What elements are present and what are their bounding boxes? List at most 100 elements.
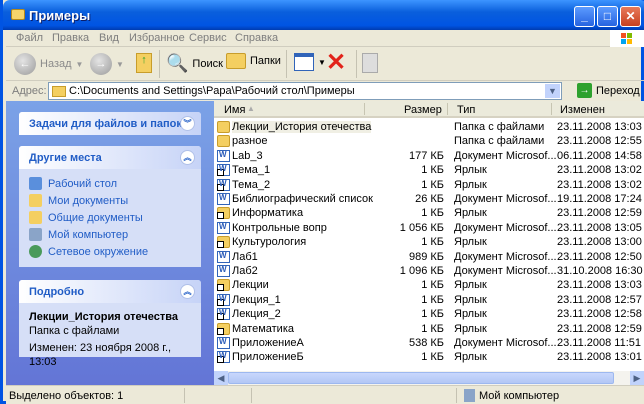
file-size: 1 КБ [421, 308, 444, 321]
file-row[interactable]: Лаб1 989 КБ Документ Microsof... 23.11.2… [214, 250, 644, 264]
minimize-button[interactable]: _ [574, 6, 595, 27]
chevron-up-icon[interactable]: ︽ [180, 284, 195, 299]
column-name[interactable]: Имя [224, 104, 245, 116]
horizontal-scrollbar[interactable]: ◀ ▶ [214, 371, 644, 385]
go-button[interactable]: → Переход [577, 83, 640, 98]
file-row[interactable]: ПриложениеБ 1 КБ Ярлык 23.11.2008 13:01 [214, 350, 644, 364]
place-my-documents[interactable]: Мои документы [19, 192, 201, 209]
maximize-button[interactable]: □ [597, 6, 618, 27]
file-size: 26 КБ [415, 193, 444, 205]
file-row[interactable]: Математика 1 КБ Ярлык 23.11.2008 12:59 [214, 322, 644, 336]
file-list: Имя ▲ Размер Тип Изменен Лекции_История … [214, 101, 644, 385]
status-location: Мой компьютер [479, 390, 560, 402]
document-icon [217, 193, 230, 205]
file-row[interactable]: Библиографический список 26 КБ Документ … [214, 192, 644, 206]
file-name: разное [232, 135, 268, 148]
place-my-computer[interactable]: Мой компьютер [19, 226, 201, 243]
scroll-right-button[interactable]: ▶ [630, 371, 644, 385]
panel-header[interactable]: Задачи для файлов и папок ︾ [19, 112, 201, 135]
file-type: Ярлык [454, 308, 487, 321]
go-label: Переход [596, 84, 640, 97]
file-name: Лекции [232, 279, 269, 292]
file-name: Культурология [232, 236, 307, 249]
file-row[interactable]: Информатика 1 КБ Ярлык 23.11.2008 12:59 [214, 206, 644, 220]
file-row[interactable]: Лекции_История отечества Папка с файлами… [214, 120, 644, 134]
chevron-down-icon[interactable]: ︾ [180, 116, 195, 131]
column-size[interactable]: Размер [404, 104, 442, 116]
my-documents-icon [29, 194, 42, 207]
folder-icon [29, 211, 42, 224]
file-row[interactable]: Культурология 1 КБ Ярлык 23.11.2008 13:0… [214, 235, 644, 249]
folder-icon [217, 135, 230, 148]
place-network[interactable]: Сетевое окружение [19, 243, 201, 260]
folder-shortcut-icon [217, 279, 230, 292]
file-name: Библиографический список [232, 193, 373, 205]
menu-view[interactable]: Вид [99, 32, 119, 44]
file-row[interactable]: разное Папка с файлами 23.11.2008 12:55 [214, 134, 644, 148]
file-modified: 23.11.2008 12:57 [557, 293, 642, 306]
delete-button[interactable]: ✕ [326, 49, 347, 76]
computer-icon [464, 389, 475, 402]
back-button[interactable]: ← Назад ▼ [14, 53, 83, 75]
file-row[interactable]: Контрольные вопр 1 056 КБ Документ Micro… [214, 221, 644, 235]
file-name: Контрольные вопр [232, 221, 327, 234]
file-size: 177 КБ [408, 149, 444, 162]
file-row[interactable]: Тема_1 1 КБ Ярлык 23.11.2008 13:02 [214, 163, 644, 177]
file-row[interactable]: Лекция_2 1 КБ Ярлык 23.11.2008 12:58 [214, 307, 644, 321]
forward-button[interactable]: → ▼ [90, 53, 124, 75]
file-tasks-panel: Задачи для файлов и папок ︾ [19, 112, 201, 135]
file-row[interactable]: Лекция_1 1 КБ Ярлык 23.11.2008 12:57 [214, 293, 644, 307]
file-name: Лекция_1 [232, 293, 281, 306]
scrollbar-thumb[interactable] [228, 372, 614, 384]
scroll-left-button[interactable]: ◀ [214, 371, 228, 385]
address-input[interactable]: C:\Documents and Settings\Papa\Рабочий с… [48, 82, 562, 100]
up-folder-button[interactable]: ↑ [136, 53, 152, 73]
place-shared-documents[interactable]: Общие документы [19, 209, 201, 226]
search-button[interactable]: 🔍 Поиск [166, 53, 223, 74]
menu-help[interactable]: Справка [235, 32, 278, 44]
up-folder-icon: ↑ [136, 53, 152, 73]
address-bar: Адрес: C:\Documents and Settings\Papa\Ра… [6, 81, 644, 101]
file-type: Документ Microsof... [454, 250, 557, 263]
menu-tools[interactable]: Сервис [189, 32, 227, 44]
status-bar: Выделено объектов: 1 Мой компьютер [6, 385, 644, 404]
file-modified: 23.11.2008 13:05 [557, 221, 642, 234]
address-value: C:\Documents and Settings\Papa\Рабочий с… [69, 85, 355, 97]
file-row[interactable]: Lab_3 177 КБ Документ Microsof... 06.11.… [214, 149, 644, 163]
menu-edit[interactable]: Правка [52, 32, 89, 44]
document-shortcut-icon [217, 351, 230, 364]
document-icon [217, 250, 230, 263]
file-size: 1 056 КБ [399, 221, 444, 234]
panel-header[interactable]: Другие места ︽ [19, 146, 201, 169]
file-size: 1 096 КБ [399, 265, 444, 277]
views-button[interactable]: ▼ [294, 53, 326, 71]
views-icon [294, 53, 314, 71]
task-pane: Задачи для файлов и папок ︾ Другие места ︽… [6, 101, 214, 385]
file-size: 538 КБ [408, 337, 444, 349]
file-row[interactable]: Лаб2 1 096 КБ Документ Microsof... 31.10… [214, 264, 644, 278]
file-type: Документ Microsof... [454, 337, 557, 349]
menu-file[interactable]: Файл [16, 32, 43, 44]
panel-header[interactable]: Подробно ︽ [19, 280, 201, 303]
close-button[interactable]: ✕ [620, 6, 641, 27]
title-bar[interactable]: Примеры _ □ ✕ [3, 0, 644, 30]
file-row[interactable]: ПриложениеА 538 КБ Документ Microsof... … [214, 336, 644, 350]
column-modified[interactable]: Изменен [560, 104, 605, 116]
address-dropdown-button[interactable]: ▼ [545, 84, 560, 98]
document-icon [217, 149, 230, 162]
delete-x-icon: ✕ [326, 49, 347, 76]
place-desktop[interactable]: Рабочий стол [19, 175, 201, 192]
move-button[interactable] [362, 53, 378, 73]
column-type[interactable]: Тип [457, 104, 475, 116]
back-arrow-icon: ← [14, 53, 36, 75]
document-icon [217, 221, 230, 234]
chevron-up-icon[interactable]: ︽ [180, 150, 195, 165]
document-shortcut-icon [217, 308, 230, 321]
file-row[interactable]: Лекции 1 КБ Ярлык 23.11.2008 13:03 [214, 278, 644, 292]
go-arrow-icon: → [577, 83, 592, 98]
folder-shortcut-icon [217, 322, 230, 335]
file-type: Ярлык [454, 322, 487, 335]
file-row[interactable]: Тема_2 1 КБ Ярлык 23.11.2008 13:02 [214, 178, 644, 192]
menu-favorites[interactable]: Избранное [129, 32, 185, 44]
folders-button[interactable]: Папки [226, 53, 281, 69]
